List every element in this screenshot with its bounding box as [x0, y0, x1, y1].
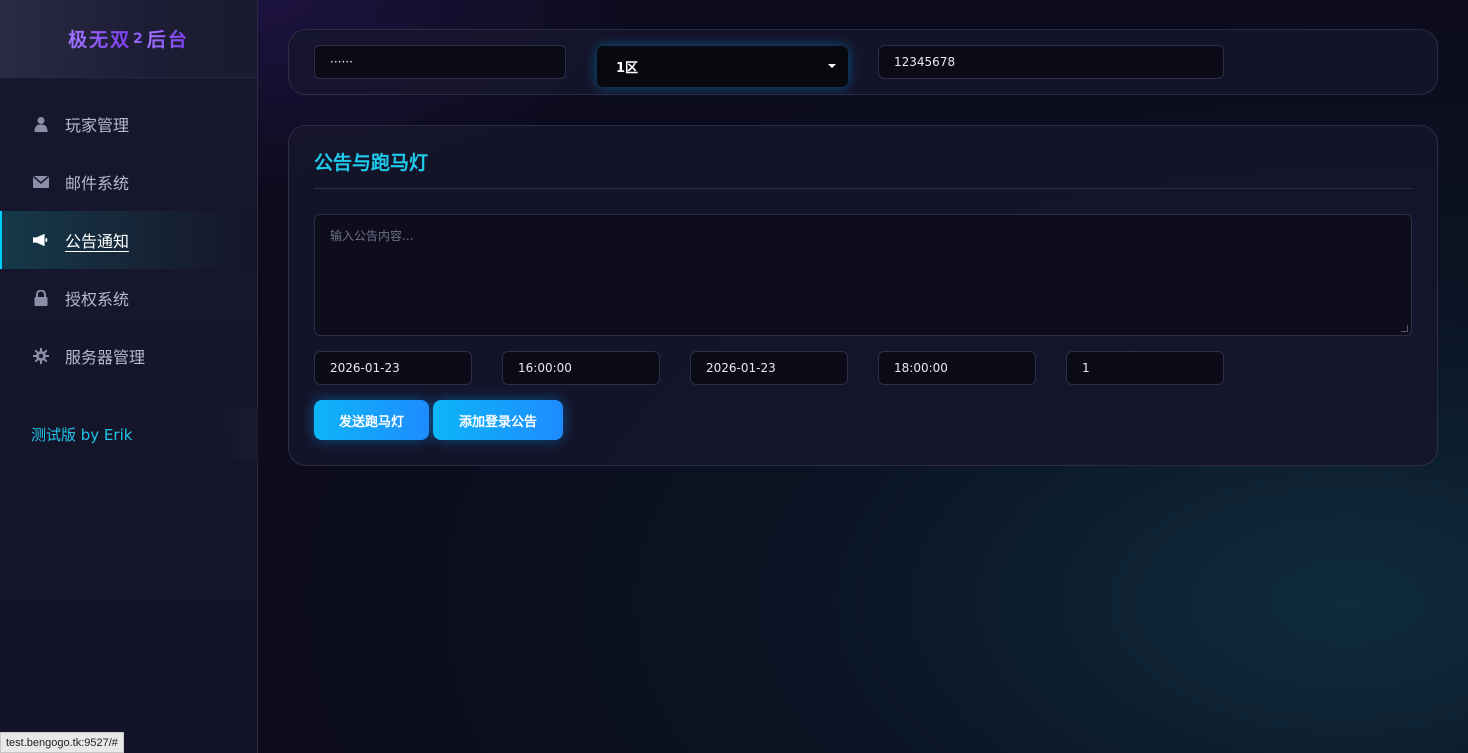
gear-icon — [33, 348, 49, 364]
main-content: ······ 1区 12345678 公告与跑马灯 输入公告内容... 2026… — [258, 0, 1468, 753]
sidebar-item-announcements[interactable]: 公告通知 — [0, 211, 257, 269]
repeat-count-field[interactable]: 1 — [1066, 351, 1224, 385]
sidebar-nav: 玩家管理 邮件系统 公告通知 授权系统 服务器管理 — [0, 95, 257, 385]
send-marquee-button[interactable]: 发送跑马灯 — [314, 400, 429, 440]
version-note: 测试版 by Erik — [0, 408, 258, 460]
brand-suffix: 后台 — [147, 25, 189, 52]
brand-version: 2 — [133, 30, 145, 47]
end-date-field[interactable]: 2026-01-23 — [690, 351, 848, 385]
password-field[interactable]: ······ — [314, 45, 566, 79]
brand-name: 极无双 — [68, 25, 131, 52]
announcement-panel: 公告与跑马灯 输入公告内容... 2026-01-23 16:00:00 202… — [288, 125, 1438, 466]
announcement-content-placeholder: 输入公告内容... — [330, 229, 414, 243]
brand-logo: 极无双 2 后台 — [0, 0, 257, 78]
add-login-notice-button[interactable]: 添加登录公告 — [433, 400, 563, 440]
sidebar-item-label: 公告通知 — [65, 232, 130, 251]
announcement-content-input[interactable]: 输入公告内容... — [314, 214, 1412, 336]
server-select[interactable]: 1区 — [597, 46, 848, 87]
lock-icon — [33, 290, 49, 306]
divider — [314, 188, 1412, 189]
sidebar-item-label: 邮件系统 — [65, 174, 130, 193]
account-bar: ······ 1区 12345678 — [288, 29, 1438, 95]
server-select-value: 1区 — [616, 61, 639, 76]
sidebar-item-label: 服务器管理 — [65, 348, 146, 367]
envelope-icon — [33, 174, 49, 190]
sidebar-item-players[interactable]: 玩家管理 — [0, 95, 257, 153]
account-id-field[interactable]: 12345678 — [878, 45, 1224, 79]
megaphone-icon — [33, 232, 49, 248]
start-date-field[interactable]: 2026-01-23 — [314, 351, 472, 385]
resize-handle-icon[interactable] — [1401, 325, 1408, 332]
sidebar-item-mail[interactable]: 邮件系统 — [0, 153, 257, 211]
sidebar-item-label: 玩家管理 — [65, 116, 130, 135]
panel-title: 公告与跑马灯 — [314, 152, 429, 174]
sidebar: 极无双 2 后台 玩家管理 邮件系统 公告通知 授权系统 服务器管理 测试版 b… — [0, 0, 258, 753]
sidebar-item-label: 授权系统 — [65, 290, 130, 309]
start-time-field[interactable]: 16:00:00 — [502, 351, 660, 385]
end-time-field[interactable]: 18:00:00 — [878, 351, 1036, 385]
caret-down-icon — [828, 64, 836, 68]
status-bar-url: test.bengogo.tk:9527/# — [0, 732, 124, 753]
user-icon — [33, 116, 49, 132]
sidebar-item-servers[interactable]: 服务器管理 — [0, 327, 257, 385]
sidebar-item-authorization[interactable]: 授权系统 — [0, 269, 257, 327]
